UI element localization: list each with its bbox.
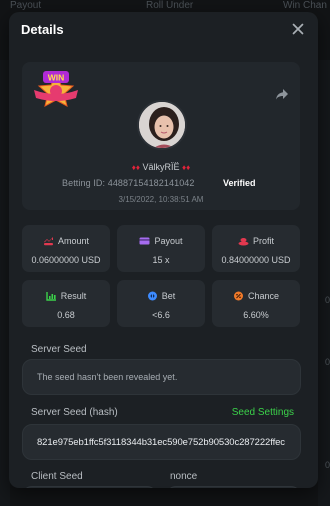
- stat-label: Bet: [161, 291, 176, 301]
- modal-header: Details: [9, 12, 318, 50]
- username-text: VälkyRÏË: [142, 162, 180, 172]
- close-button[interactable]: [290, 21, 306, 37]
- stat-label: Result: [60, 291, 87, 301]
- server-seed-field[interactable]: The seed hasn't been revealed yet.: [22, 359, 301, 395]
- stat-label: Profit: [252, 236, 274, 246]
- server-seed-label: Server Seed: [31, 344, 87, 355]
- server-seed-value: The seed hasn't been revealed yet.: [37, 372, 178, 382]
- stat-amount: Amount 0.06000000 USD: [22, 225, 110, 272]
- verified-badge: Verified: [223, 178, 256, 188]
- server-seed-hash-field[interactable]: 821e975eb1ffc5f3118344b31ec590e752b90530…: [22, 424, 301, 460]
- stat-value: 0.84000000 USD: [221, 255, 291, 265]
- stat-chance: Chance 6.60%: [212, 280, 300, 327]
- server-seed-hash-value: 821e975eb1ffc5f3118344b31ec590e752b90530…: [37, 437, 285, 448]
- share-icon: [276, 89, 288, 100]
- seed-settings-link[interactable]: Seed Settings: [232, 407, 294, 418]
- stat-value: 6.60%: [243, 310, 269, 320]
- server-seed-hash-label: Server Seed (hash): [31, 407, 118, 418]
- bg-right-value: 0: [324, 460, 330, 470]
- stat-result: Result 0.68: [22, 280, 110, 327]
- result-icon: [46, 292, 56, 301]
- nonce-field[interactable]: [166, 486, 301, 488]
- modal-title: Details: [21, 22, 64, 37]
- close-icon: [292, 23, 304, 35]
- stat-label: Payout: [154, 236, 183, 246]
- payout-icon: [139, 237, 150, 245]
- bet-timestamp: 3/15/2022, 10:38:51 AM: [118, 195, 204, 204]
- bet-icon: [147, 291, 157, 301]
- bg-column-win-chance: Win Chan: [283, 0, 327, 11]
- stat-value: <6.6: [152, 310, 170, 320]
- modal-body: WIN ♦♦ VälkyRÏË ♦♦ Betting ID: 448871541…: [9, 54, 318, 488]
- svg-text:WIN: WIN: [48, 73, 65, 83]
- win-badge-icon: WIN: [32, 68, 80, 112]
- share-button[interactable]: [274, 86, 290, 102]
- bg-column-payout: Payout: [10, 0, 42, 11]
- stat-bet: Bet <6.6: [117, 280, 205, 327]
- stat-payout: Payout 15 x: [117, 225, 205, 272]
- bg-right-value: 0: [324, 295, 330, 305]
- stat-value: 0.68: [57, 310, 75, 320]
- amount-icon: [43, 237, 53, 246]
- stat-value: 0.06000000 USD: [31, 255, 101, 265]
- background-right-strip: 0 0 0: [318, 60, 330, 506]
- bg-column-roll-under: Roll Under: [146, 0, 194, 11]
- details-modal: Details WIN ♦♦ VälkyRÏË ♦♦ Betting ID: 4…: [9, 12, 318, 488]
- profit-icon: [238, 238, 249, 246]
- stat-value: 15 x: [152, 255, 170, 265]
- profile-card: WIN ♦♦ VälkyRÏË ♦♦ Betting ID: 448871541…: [22, 62, 300, 210]
- client-seed-field[interactable]: [22, 486, 157, 488]
- stat-label: Amount: [57, 236, 90, 246]
- stat-profit: Profit 0.84000000 USD: [212, 225, 300, 272]
- betting-id: Betting ID: 44887154182141042: [62, 178, 195, 188]
- username: ♦♦ VälkyRÏË ♦♦: [22, 162, 300, 172]
- avatar: [137, 100, 187, 150]
- bg-right-value: 0: [324, 357, 330, 367]
- stat-label: Chance: [247, 291, 280, 301]
- ruby-icon: ♦♦: [131, 163, 140, 172]
- chance-icon: [233, 291, 243, 301]
- nonce-label: nonce: [170, 471, 198, 482]
- ruby-icon: ♦♦: [182, 163, 191, 172]
- client-seed-label: Client Seed: [31, 471, 83, 482]
